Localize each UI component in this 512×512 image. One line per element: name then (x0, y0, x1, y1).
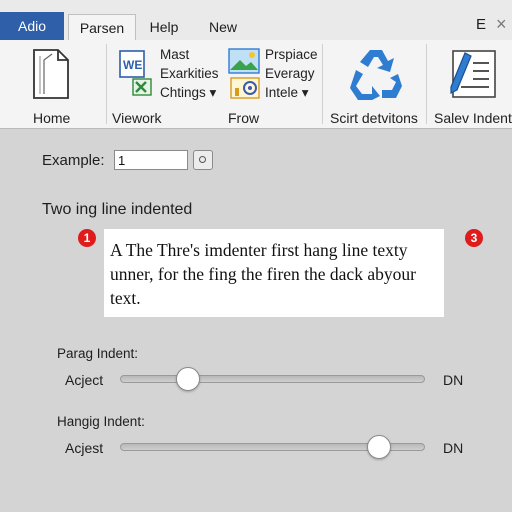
marker-left: 1 (78, 229, 96, 247)
marker-right: 3 (465, 229, 483, 247)
example-label: Example: (42, 152, 105, 169)
example-input[interactable] (114, 150, 188, 170)
frow-item-intele[interactable]: Intele ▾ (265, 83, 309, 102)
tab-parsen[interactable]: Parsen (68, 14, 136, 40)
section-heading: Two ing line indented (42, 201, 193, 218)
viework-item-chtings[interactable]: Chtings ▾ (160, 83, 216, 102)
spin-icon (199, 156, 206, 163)
viework-item-mast[interactable]: Mast (160, 45, 189, 64)
ribbon: Home WE Mast Exarkities Chtings ▾ Viewor… (0, 40, 512, 129)
close-icon[interactable]: × (496, 14, 507, 35)
svg-text:WE: WE (123, 58, 142, 72)
tab-bar: Adio Parsen Help New E × (0, 0, 512, 40)
recycle-icon[interactable] (348, 46, 404, 105)
document-icon[interactable] (30, 48, 72, 105)
tab-help[interactable]: Help (140, 14, 188, 40)
picture-icon[interactable] (228, 48, 260, 79)
frow-group-label: Frow (228, 110, 260, 126)
chart-icon[interactable] (230, 77, 260, 104)
slider-thumb[interactable] (367, 435, 392, 459)
scirt-group-label: Scirt detvitons (330, 110, 418, 126)
ribbon-separator (322, 44, 323, 124)
viework-group-label: Viework (112, 110, 162, 126)
hanging-indent-slider[interactable] (116, 433, 430, 461)
excel-icon[interactable] (130, 76, 154, 103)
pen-document-icon[interactable] (443, 47, 499, 104)
hanging-unit-label: DN (443, 440, 464, 456)
corner-e-button[interactable]: E (476, 16, 486, 33)
slider-thumb[interactable] (176, 367, 201, 391)
frow-item-prspiace[interactable]: Prspiace (265, 45, 318, 64)
hanging-adjust-label: Acjest (65, 440, 104, 456)
paragraph-indent-slider[interactable] (116, 365, 430, 393)
tab-new[interactable]: New (196, 14, 250, 40)
ribbon-separator (106, 44, 107, 124)
preview-text: A The Thre's imdenter first hang line te… (110, 240, 416, 308)
paragraph-adjust-label: Acject (65, 372, 104, 388)
salev-group-label: Salev Indent (434, 110, 512, 126)
paragraph-unit-label: DN (443, 372, 464, 388)
viework-item-exarkities[interactable]: Exarkities (160, 64, 219, 83)
paragraph-indent-label: Parag Indent: (57, 346, 139, 361)
tab-adio[interactable]: Adio (0, 12, 64, 40)
frow-item-everagy[interactable]: Everagy (265, 64, 315, 83)
example-spin-button[interactable] (193, 150, 213, 170)
hanging-indent-label: Hangig Indent: (57, 414, 145, 429)
home-group-label: Home (33, 110, 71, 126)
indent-preview-box: A The Thre's imdenter first hang line te… (104, 229, 444, 317)
ribbon-separator (426, 44, 427, 124)
slider-track (120, 375, 425, 383)
